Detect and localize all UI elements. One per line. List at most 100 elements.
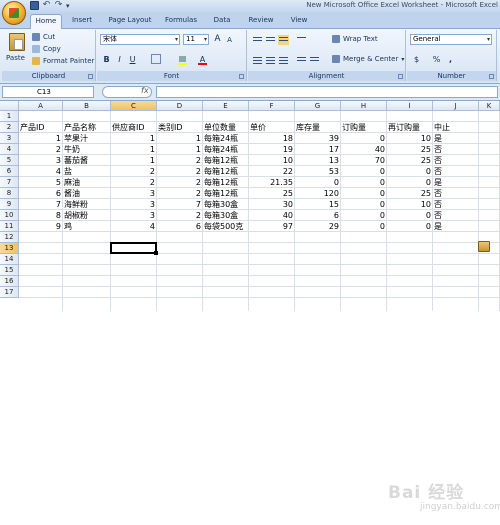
cell-f8[interactable]: 25: [249, 188, 295, 199]
cell-j3[interactable]: 是: [433, 133, 480, 144]
cell-a11[interactable]: 9: [19, 221, 63, 232]
save-icon[interactable]: [30, 1, 39, 10]
cell-f2[interactable]: 单价: [249, 122, 296, 133]
cell-b5[interactable]: 蕃茄酱: [63, 155, 112, 166]
merge-center-button[interactable]: Merge & Center ▾: [332, 55, 404, 63]
cell-h8[interactable]: 0: [341, 188, 387, 199]
tab-data[interactable]: Data: [206, 14, 238, 27]
cell-g9[interactable]: 15: [295, 199, 341, 210]
align-center-icon[interactable]: [265, 55, 276, 65]
column-header-f[interactable]: F: [249, 101, 295, 111]
cell-c7[interactable]: 2: [111, 177, 157, 188]
font-size-select[interactable]: 11 ▾: [183, 34, 209, 45]
cell-i8[interactable]: 25: [387, 188, 433, 199]
cell-b10[interactable]: 胡椒粉: [63, 210, 112, 221]
cell-j11[interactable]: 是: [433, 221, 480, 232]
row-header-7[interactable]: 7: [0, 177, 19, 188]
cell-c3[interactable]: 1: [111, 133, 157, 144]
format-painter-button[interactable]: Format Painter: [32, 57, 94, 65]
cell-b4[interactable]: 牛奶: [63, 144, 112, 155]
cell-e10[interactable]: 每箱30盒: [203, 210, 250, 221]
cell-j6[interactable]: 否: [433, 166, 480, 177]
cell-c4[interactable]: 1: [111, 144, 157, 155]
cell-a9[interactable]: 7: [19, 199, 63, 210]
cell-g6[interactable]: 53: [295, 166, 341, 177]
underline-button[interactable]: U: [127, 54, 138, 65]
cell-j7[interactable]: 是: [433, 177, 480, 188]
cell-g4[interactable]: 17: [295, 144, 341, 155]
cell-f4[interactable]: 19: [249, 144, 295, 155]
column-header-i[interactable]: I: [387, 101, 433, 111]
cell-d3[interactable]: 1: [157, 133, 203, 144]
cell-d5[interactable]: 2: [157, 155, 203, 166]
insert-function-button[interactable]: fx: [141, 86, 149, 95]
cell-c9[interactable]: 3: [111, 199, 157, 210]
customize-toolbar-icon[interactable]: ▾: [66, 2, 70, 10]
cell-a3[interactable]: 1: [19, 133, 63, 144]
row-header-1[interactable]: 1: [0, 111, 19, 122]
column-header-c[interactable]: C: [111, 101, 157, 111]
paste-icon[interactable]: [9, 33, 25, 51]
cell-a2[interactable]: 产品ID: [19, 122, 64, 133]
tab-view[interactable]: View: [284, 14, 314, 27]
redo-icon[interactable]: ↷: [54, 1, 63, 10]
wrap-text-button[interactable]: Wrap Text: [332, 35, 378, 43]
row-header-16[interactable]: 16: [0, 276, 19, 287]
cell-i3[interactable]: 10: [387, 133, 433, 144]
row-header-12[interactable]: 12: [0, 232, 19, 243]
cell-e6[interactable]: 每箱12瓶: [203, 166, 250, 177]
column-header-e[interactable]: E: [203, 101, 249, 111]
cell-e9[interactable]: 每箱30盒: [203, 199, 250, 210]
cell-a8[interactable]: 6: [19, 188, 63, 199]
cell-e8[interactable]: 每箱12瓶: [203, 188, 250, 199]
number-launcher-icon[interactable]: [489, 74, 494, 79]
font-launcher-icon[interactable]: [239, 74, 244, 79]
cell-j10[interactable]: 否: [433, 210, 480, 221]
tab-insert[interactable]: Insert: [66, 14, 98, 27]
cell-i11[interactable]: 0: [387, 221, 433, 232]
tab-formulas[interactable]: Formulas: [160, 14, 202, 27]
currency-button[interactable]: $: [411, 54, 422, 65]
cell-f3[interactable]: 18: [249, 133, 295, 144]
cell-b11[interactable]: 鸡: [63, 221, 112, 232]
cut-button[interactable]: Cut: [32, 33, 55, 41]
undo-icon[interactable]: ↶: [42, 1, 51, 10]
cell-c8[interactable]: 3: [111, 188, 157, 199]
cell-e4[interactable]: 每箱24瓶: [203, 144, 250, 155]
cell-e5[interactable]: 每箱12瓶: [203, 155, 250, 166]
paste-button[interactable]: Paste: [6, 54, 25, 62]
cell-c6[interactable]: 2: [111, 166, 157, 177]
cell-g8[interactable]: 120: [295, 188, 341, 199]
cell-g5[interactable]: 13: [295, 155, 341, 166]
cell-c10[interactable]: 3: [111, 210, 157, 221]
cell-b3[interactable]: 苹果汁: [63, 133, 112, 144]
cell-b6[interactable]: 盐: [63, 166, 112, 177]
active-cell-selection[interactable]: [110, 242, 158, 255]
row-header-8[interactable]: 8: [0, 188, 19, 199]
cell-d10[interactable]: 2: [157, 210, 203, 221]
formula-input[interactable]: [156, 86, 498, 98]
row-header-15[interactable]: 15: [0, 265, 19, 276]
cell-j5[interactable]: 否: [433, 155, 480, 166]
cell-j9[interactable]: 否: [433, 199, 480, 210]
alignment-launcher-icon[interactable]: [398, 74, 403, 79]
cell-f11[interactable]: 97: [249, 221, 295, 232]
cell-a6[interactable]: 4: [19, 166, 63, 177]
percent-button[interactable]: %: [431, 54, 442, 65]
cell-g11[interactable]: 29: [295, 221, 341, 232]
orientation-icon[interactable]: [296, 35, 307, 45]
column-header-h[interactable]: H: [341, 101, 387, 111]
cell-e11[interactable]: 每袋500克: [203, 221, 250, 232]
cell-b2[interactable]: 产品名称: [63, 122, 112, 133]
cell-h2[interactable]: 订购量: [341, 122, 388, 133]
row-header-5[interactable]: 5: [0, 155, 19, 166]
cell-h7[interactable]: 0: [341, 177, 387, 188]
cell-a7[interactable]: 5: [19, 177, 63, 188]
row-header-3[interactable]: 3: [0, 133, 19, 144]
cell-h11[interactable]: 0: [341, 221, 387, 232]
row-header-14[interactable]: 14: [0, 254, 19, 265]
decrease-indent-icon[interactable]: [296, 55, 307, 65]
cell-j8[interactable]: 否: [433, 188, 480, 199]
cell-d6[interactable]: 2: [157, 166, 203, 177]
increase-indent-icon[interactable]: [309, 55, 320, 65]
